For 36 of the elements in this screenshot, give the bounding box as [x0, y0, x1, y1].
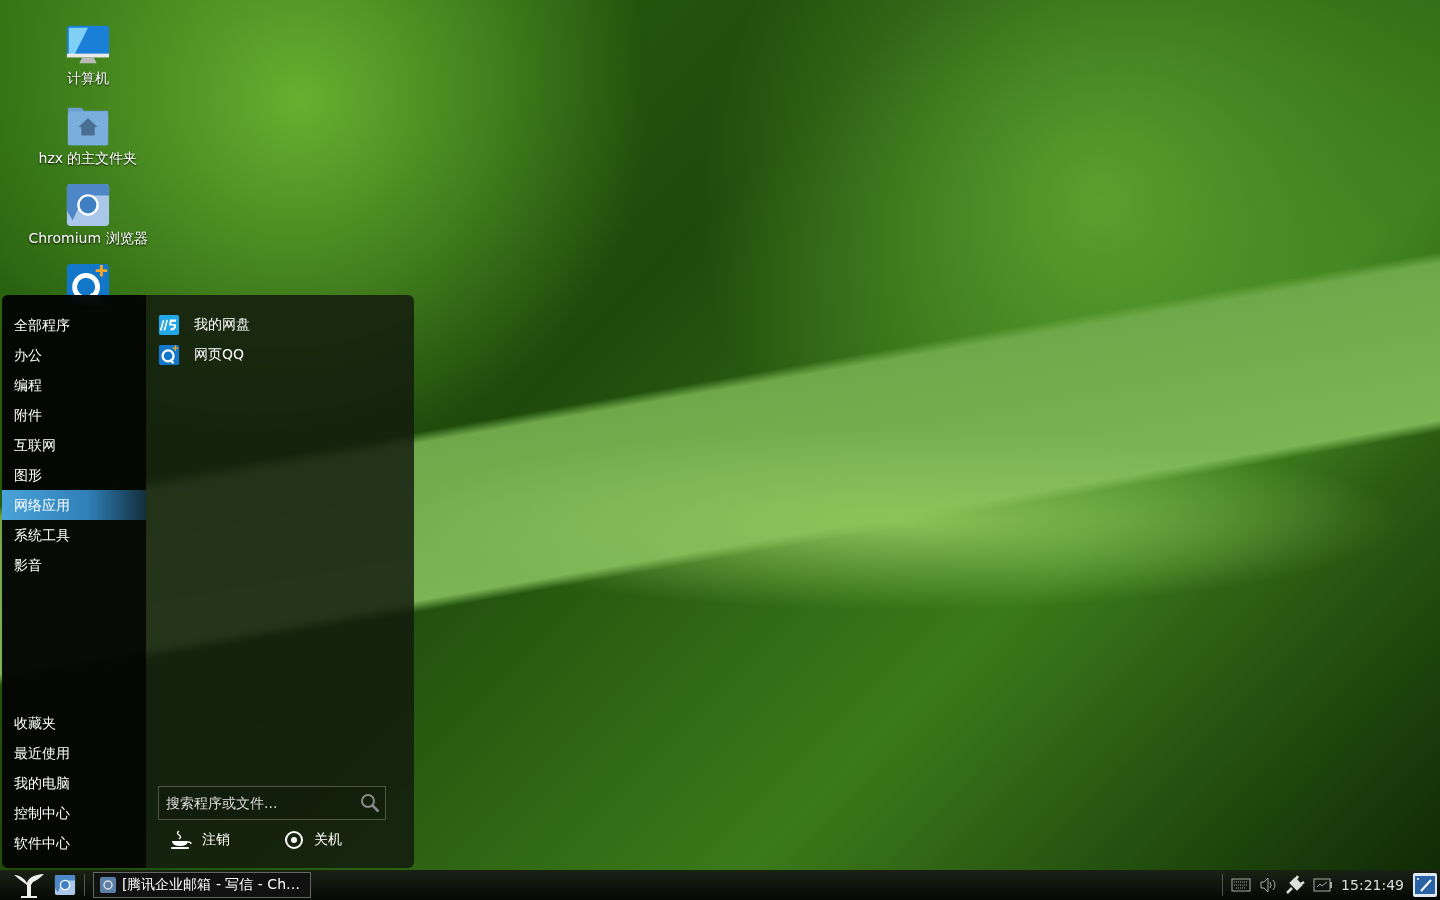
- browser-launcher-icon[interactable]: [54, 874, 76, 896]
- menu-action-button[interactable]: 注销: [158, 829, 272, 851]
- menu-category[interactable]: 编程: [2, 370, 146, 400]
- taskbar-window-button[interactable]: [腾讯企业邮箱 - 写信 - Ch…: [93, 872, 311, 898]
- menu-action-button[interactable]: 关机: [272, 829, 386, 851]
- desktop-icon-label[interactable]: Chromium 浏览器: [28, 230, 148, 248]
- keyboard-icon[interactable]: [1231, 878, 1252, 892]
- menu-category[interactable]: 网络应用: [2, 490, 146, 520]
- menu-category[interactable]: 系统工具: [2, 520, 146, 550]
- menu-place-item[interactable]: 我的电脑: [2, 768, 146, 798]
- volume-icon[interactable]: [1259, 877, 1278, 893]
- teacup-icon: [170, 830, 192, 850]
- app-name[interactable]: 网页QQ: [194, 346, 245, 364]
- browser-icon: [65, 182, 111, 228]
- chat-app-icon: [158, 344, 180, 366]
- menu-place-item[interactable]: 最近使用: [2, 738, 146, 768]
- app-name[interactable]: 我的网盘: [194, 316, 250, 334]
- menu-category[interactable]: 影音: [2, 550, 146, 580]
- menu-category[interactable]: 附件: [2, 400, 146, 430]
- battery-icon[interactable]: [1313, 878, 1334, 892]
- power-icon: [284, 830, 304, 850]
- menu-category[interactable]: 全部程序: [2, 310, 146, 340]
- menu-category[interactable]: 办公: [2, 340, 146, 370]
- plug-icon[interactable]: [1285, 875, 1306, 895]
- start-logo-icon[interactable]: [12, 872, 46, 898]
- menu-category[interactable]: 图形: [2, 460, 146, 490]
- desktop-icon-label[interactable]: hzx 的主文件夹: [38, 150, 138, 168]
- search-icon: [360, 793, 380, 813]
- menu-place-item[interactable]: 控制中心: [2, 798, 146, 828]
- clock[interactable]: 15:21:49: [1341, 877, 1404, 893]
- menu-category[interactable]: 互联网: [2, 430, 146, 460]
- menu-place-item[interactable]: 收藏夹: [2, 708, 146, 738]
- show-desktop-icon[interactable]: [1412, 872, 1438, 898]
- desktop-icon-label[interactable]: 计算机: [67, 70, 109, 88]
- browser-icon: [100, 877, 116, 893]
- menu-place-item[interactable]: 软件中心: [2, 828, 146, 858]
